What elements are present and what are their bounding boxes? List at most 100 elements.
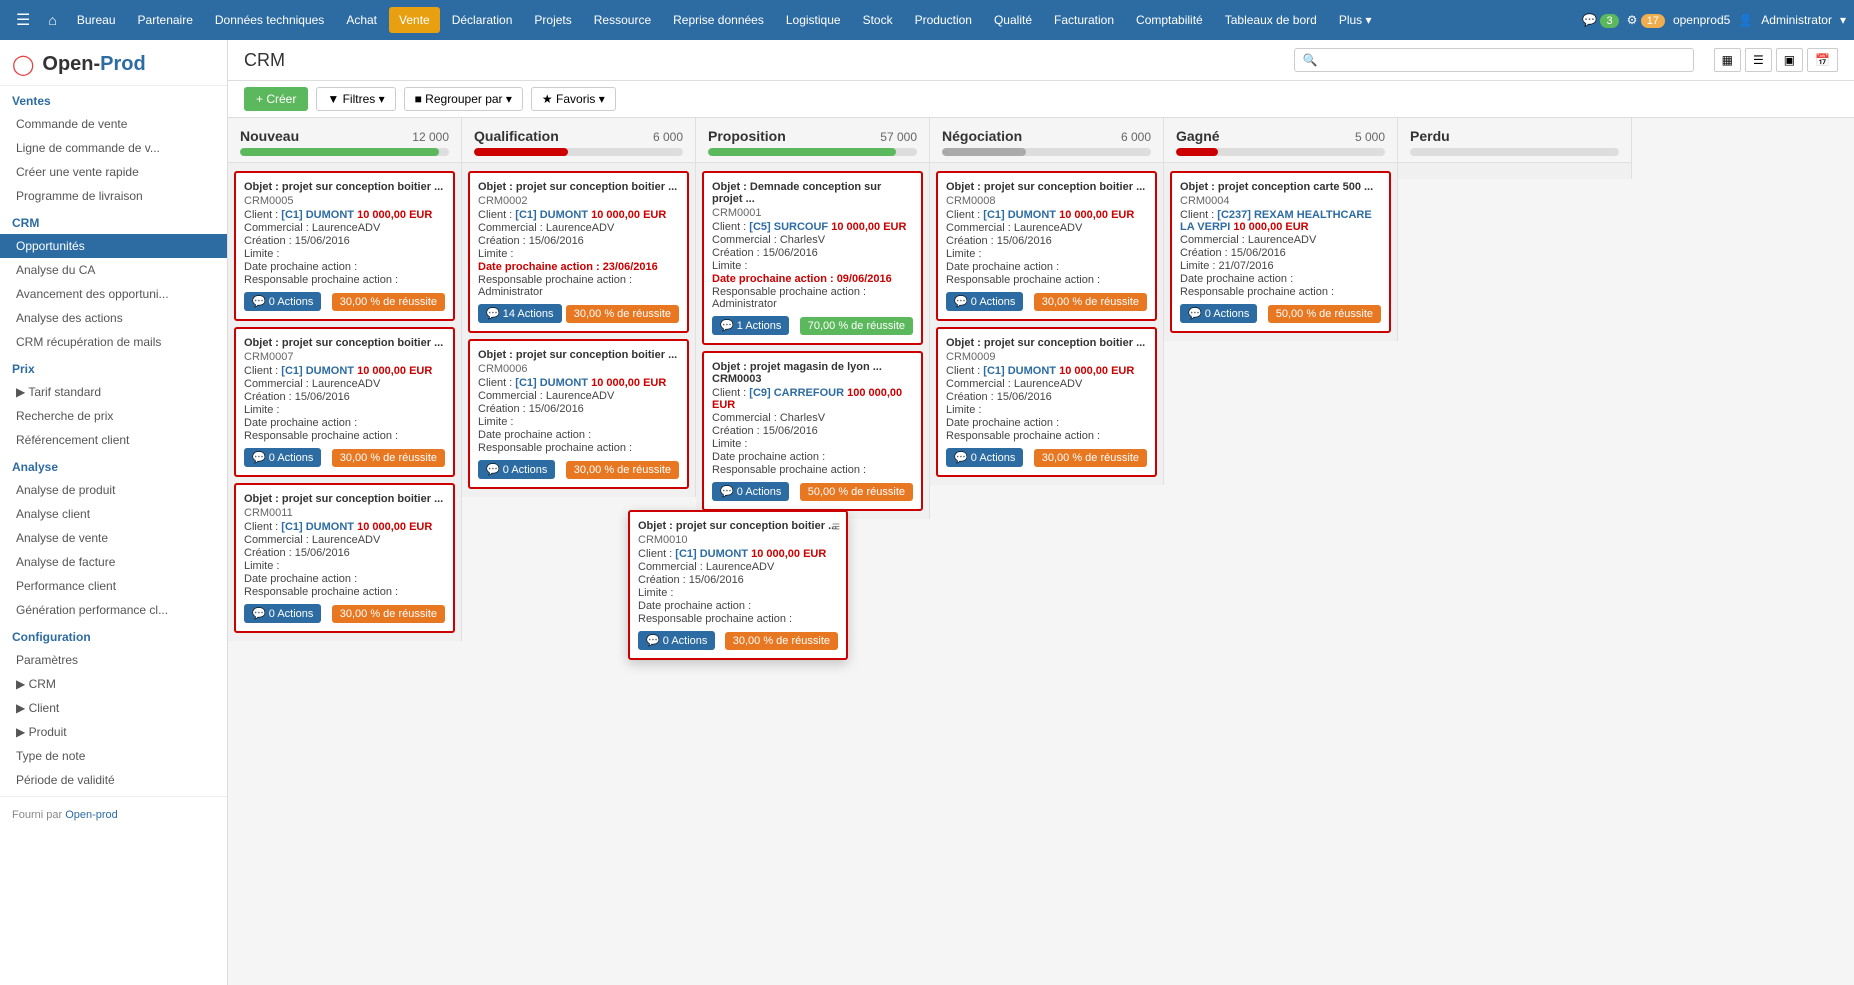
group-button[interactable]: ■ Regrouper par ▾	[404, 87, 523, 111]
success-pct-button[interactable]: 30,00 % de réussite	[1034, 449, 1147, 467]
sidebar-item-ligne[interactable]: Ligne de commande de v...	[0, 136, 227, 160]
sidebar-item-analyse-facture[interactable]: Analyse de facture	[0, 550, 227, 574]
nav-partenaire[interactable]: Partenaire	[128, 7, 203, 33]
actions-button[interactable]: 💬 0 Actions	[244, 292, 321, 311]
fav-button[interactable]: ★ Favoris ▾	[531, 87, 616, 111]
nav-production[interactable]: Production	[905, 7, 982, 33]
sidebar-item-generation-perf[interactable]: Génération performance cl...	[0, 598, 227, 622]
card-next-action: Date prochaine action :	[946, 417, 1147, 429]
kanban-view-button[interactable]: ▦	[1714, 48, 1741, 72]
sidebar-item-client-config[interactable]: ▶ Client	[0, 696, 227, 720]
card-limit: Limite :	[712, 260, 913, 272]
success-pct-button[interactable]: 30,00 % de réussite	[332, 293, 445, 311]
filter-button[interactable]: ▼ Filtres ▾	[316, 87, 395, 111]
actions-button[interactable]: 💬 0 Actions	[1180, 304, 1257, 323]
search-box[interactable]: 🔍	[1294, 48, 1694, 72]
create-button[interactable]: + Créer	[244, 87, 308, 111]
actions-button[interactable]: 💬 0 Actions	[946, 448, 1023, 467]
nav-stock[interactable]: Stock	[853, 7, 903, 33]
actions-button[interactable]: 💬 0 Actions	[712, 482, 789, 501]
sidebar-item-parametres[interactable]: Paramètres	[0, 648, 227, 672]
username-label[interactable]: openprod5	[1673, 13, 1730, 27]
nav-donnees[interactable]: Données techniques	[205, 7, 334, 33]
nav-qualite[interactable]: Qualité	[984, 7, 1042, 33]
nav-comptabilite[interactable]: Comptabilité	[1126, 7, 1213, 33]
sidebar-item-analyse-ca[interactable]: Analyse du CA	[0, 258, 227, 282]
sidebar-item-analyse-client[interactable]: Analyse client	[0, 502, 227, 526]
sidebar-item-avancement[interactable]: Avancement des opportuni...	[0, 282, 227, 306]
kanban-card-crm0011[interactable]: Objet : projet sur conception boitier ..…	[234, 483, 455, 633]
home-icon[interactable]: ⌂	[40, 8, 64, 32]
actions-button[interactable]: 💬 0 Actions	[244, 448, 321, 467]
sidebar-item-recherche-prix[interactable]: Recherche de prix	[0, 404, 227, 428]
main-content: CRM 🔍 ▦ ☰ ▣ 📅 + Créer ▼ Filtres ▾ ■ Regr…	[228, 40, 1854, 985]
success-pct-button[interactable]: 50,00 % de réussite	[1268, 305, 1381, 323]
success-pct-button[interactable]: 50,00 % de réussite	[800, 483, 913, 501]
form-view-button[interactable]: ▣	[1776, 48, 1803, 72]
messages-icon[interactable]: 💬 3	[1582, 13, 1618, 27]
sidebar-item-analyse-produit[interactable]: Analyse de produit	[0, 478, 227, 502]
kanban-card-crm0005[interactable]: Objet : projet sur conception boitier ..…	[234, 171, 455, 321]
nav-ressource[interactable]: Ressource	[584, 7, 661, 33]
nav-logistique[interactable]: Logistique	[776, 7, 851, 33]
sidebar-item-periode[interactable]: Période de validité	[0, 768, 227, 792]
sidebar-item-performance-client[interactable]: Performance client	[0, 574, 227, 598]
list-view-button[interactable]: ☰	[1745, 48, 1772, 72]
nav-plus[interactable]: Plus ▾	[1329, 7, 1382, 33]
hamburger-icon[interactable]: ☰	[8, 6, 38, 34]
floating-card-crm0010[interactable]: ≡ Objet : projet sur conception boitier …	[628, 510, 848, 660]
success-pct-button[interactable]: 30,00 % de réussite	[332, 605, 445, 623]
actions-button[interactable]: 💬 14 Actions	[478, 304, 562, 323]
kanban-card-crm0007[interactable]: Objet : projet sur conception boitier ..…	[234, 327, 455, 477]
success-pct-button[interactable]: 30,00 % de réussite	[332, 449, 445, 467]
nav-achat[interactable]: Achat	[336, 7, 387, 33]
nav-tableaux[interactable]: Tableaux de bord	[1215, 7, 1327, 33]
col-amount-nouveau: 12 000	[412, 130, 449, 144]
kanban-card-crm0002[interactable]: Objet : projet sur conception boitier ..…	[468, 171, 689, 333]
admin-label[interactable]: Administrator	[1761, 13, 1832, 27]
actions-button[interactable]: 💬 0 Actions	[638, 631, 715, 650]
kanban-card-crm0006[interactable]: Objet : projet sur conception boitier ..…	[468, 339, 689, 489]
sidebar-item-commande[interactable]: Commande de vente	[0, 112, 227, 136]
nav-projets[interactable]: Projets	[524, 7, 581, 33]
actions-button[interactable]: 💬 1 Actions	[712, 316, 789, 335]
success-pct-button[interactable]: 30,00 % de réussite	[566, 461, 679, 479]
nav-vente[interactable]: Vente	[389, 7, 440, 33]
search-input[interactable]	[1322, 53, 1685, 67]
nav-reprise[interactable]: Reprise données	[663, 7, 774, 33]
sidebar-item-produit-config[interactable]: ▶ Produit	[0, 720, 227, 744]
kanban-card-crm0003[interactable]: Objet : projet magasin de lyon ... CRM00…	[702, 351, 923, 511]
sidebar-item-opportunites[interactable]: Opportunités	[0, 234, 227, 258]
card-title: Objet : projet sur conception boitier ..…	[478, 181, 679, 193]
kanban-card-crm0008[interactable]: Objet : projet sur conception boitier ..…	[936, 171, 1157, 321]
card-commercial: Commercial : LaurenceADV	[946, 222, 1147, 234]
sidebar-item-referencement[interactable]: Référencement client	[0, 428, 227, 452]
success-pct-button[interactable]: 30,00 % de réussite	[1034, 293, 1147, 311]
success-pct-button[interactable]: 30,00 % de réussite	[566, 305, 679, 323]
success-pct-button[interactable]: 70,00 % de réussite	[800, 317, 913, 335]
sidebar-item-analyse-actions[interactable]: Analyse des actions	[0, 306, 227, 330]
card-menu-icon[interactable]: ≡	[832, 518, 840, 534]
tasks-icon[interactable]: ⚙ 17	[1627, 13, 1665, 27]
card-creation: Création : 15/06/2016	[244, 547, 445, 559]
sidebar-item-vente-rapide[interactable]: Créer une vente rapide	[0, 160, 227, 184]
actions-button[interactable]: 💬 0 Actions	[478, 460, 555, 479]
sidebar-item-crm-config[interactable]: ▶ CRM	[0, 672, 227, 696]
actions-button[interactable]: 💬 0 Actions	[946, 292, 1023, 311]
nav-facturation[interactable]: Facturation	[1044, 7, 1124, 33]
actions-button[interactable]: 💬 0 Actions	[244, 604, 321, 623]
sidebar-item-crm-mails[interactable]: CRM récupération de mails	[0, 330, 227, 354]
calendar-view-button[interactable]: 📅	[1807, 48, 1838, 72]
openprod-link[interactable]: Open-prod	[65, 809, 118, 821]
sidebar-item-tarif[interactable]: ▶ Tarif standard	[0, 380, 227, 404]
nav-declaration[interactable]: Déclaration	[442, 7, 523, 33]
kanban-card-crm0009[interactable]: Objet : projet sur conception boitier ..…	[936, 327, 1157, 477]
sidebar-item-programme[interactable]: Programme de livraison	[0, 184, 227, 208]
success-pct-button[interactable]: 30,00 % de réussite	[725, 632, 838, 650]
kanban-card-crm0004[interactable]: Objet : projet conception carte 500 ... …	[1170, 171, 1391, 333]
kanban-card-crm0001[interactable]: Objet : Demnade conception sur projet ..…	[702, 171, 923, 345]
nav-bureau[interactable]: Bureau	[67, 7, 126, 33]
sidebar-item-analyse-vente[interactable]: Analyse de vente	[0, 526, 227, 550]
admin-dropdown-icon[interactable]: ▾	[1840, 13, 1846, 27]
sidebar-item-type-note[interactable]: Type de note	[0, 744, 227, 768]
